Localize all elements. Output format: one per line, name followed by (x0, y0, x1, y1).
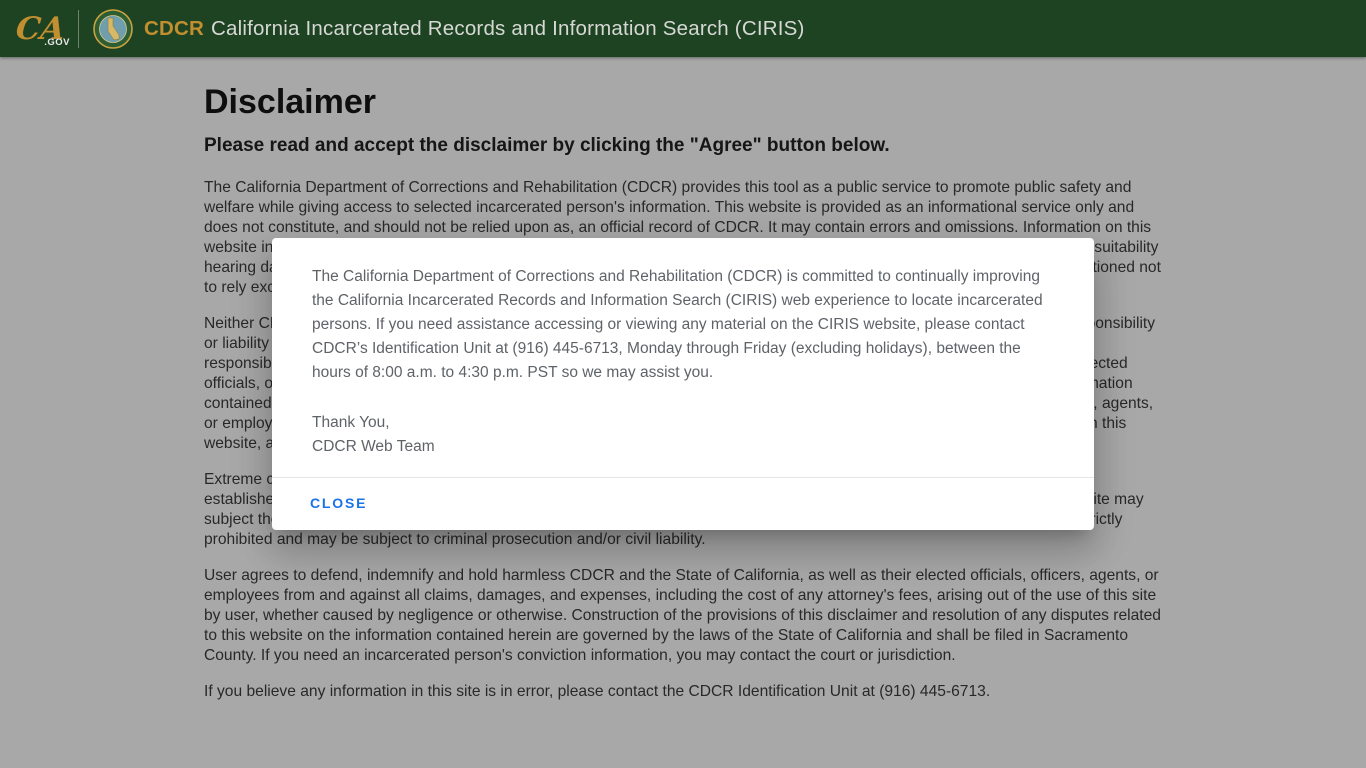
dialog-body: The California Department of Corrections… (272, 238, 1094, 459)
app-title: CDCR California Incarcerated Records and … (144, 17, 805, 41)
dialog-signoff-line2: CDCR Web Team (312, 438, 435, 455)
dialog-signoff-line1: Thank You, (312, 414, 390, 431)
dialog-actions: CLOSE (272, 478, 1094, 530)
ca-gov-logo[interactable]: CA .GOV (14, 6, 69, 52)
dialog-signoff: Thank You, CDCR Web Team (312, 411, 1048, 459)
dialog-message: The California Department of Corrections… (312, 268, 1043, 381)
close-button[interactable]: CLOSE (310, 489, 367, 517)
accessibility-notice-dialog: The California Department of Corrections… (272, 238, 1094, 530)
header-divider (78, 9, 79, 48)
app-header: CA .GOV CDCR California Incarcerated Reco… (0, 0, 1366, 57)
cdcr-seal-icon (93, 8, 133, 49)
app-brand: CDCR (144, 16, 205, 40)
app-title-text: California Incarcerated Records and Info… (211, 16, 805, 40)
ca-gov-logo-suffix: .GOV (44, 36, 70, 48)
